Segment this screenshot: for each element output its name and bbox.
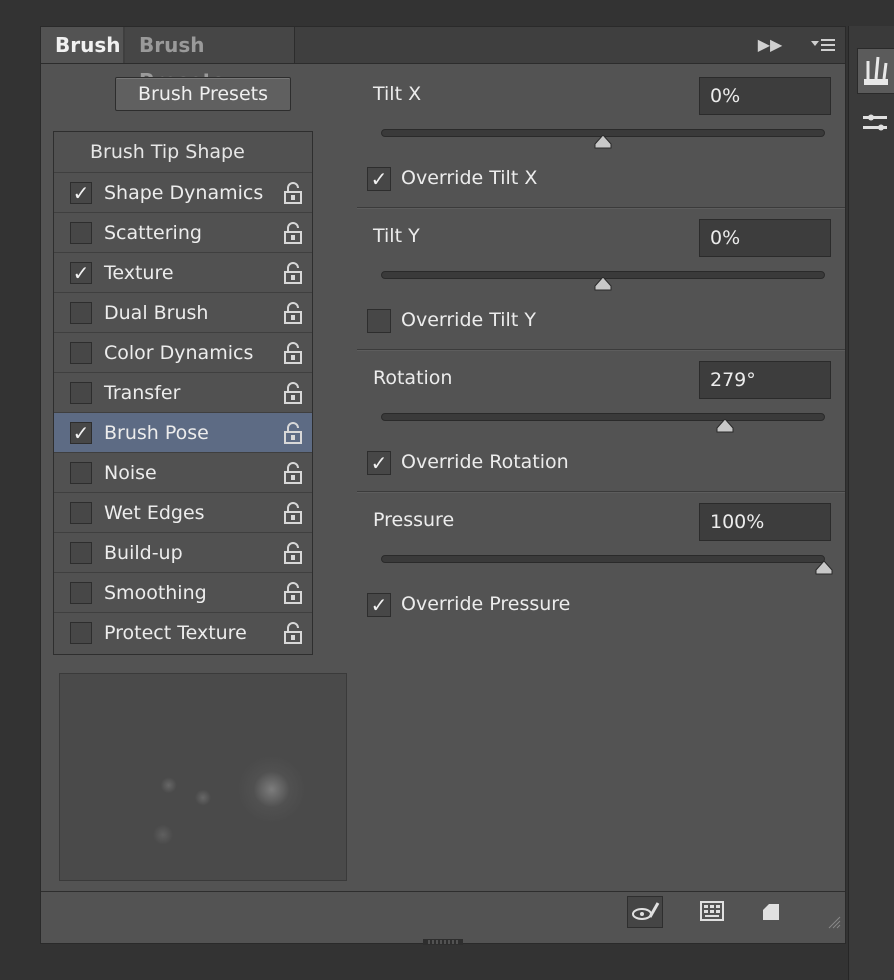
override-tilt-y-checkbox[interactable] [367,309,391,333]
override-rotation-label: Override Rotation [401,451,569,473]
lock-icon[interactable] [282,501,304,525]
option-checkbox[interactable] [70,222,92,244]
option-row[interactable]: ✓ Brush Pose [54,412,312,452]
lock-icon[interactable] [282,621,304,645]
option-checkbox[interactable] [70,502,92,524]
override-tilt-y-label: Override Tilt Y [401,309,536,331]
brush-presets-button[interactable]: Brush Presets [115,77,291,111]
option-checkbox[interactable]: ✓ [70,182,92,204]
option-label: Protect Texture [104,622,247,644]
option-checkbox[interactable]: ✓ [70,262,92,284]
pressure-label: Pressure [373,509,455,531]
panel-menu-icon[interactable] [807,35,837,55]
rotation-label: Rotation [373,367,453,389]
option-row[interactable]: Scattering [54,212,312,252]
option-checkbox[interactable] [70,382,92,404]
override-rotation-checkbox[interactable]: ✓ [367,451,391,475]
rotation-field[interactable]: 279° [699,361,831,399]
rotation-slider[interactable] [381,413,825,433]
lock-icon[interactable] [282,261,304,285]
option-row[interactable]: ✓ Shape Dynamics [54,172,312,212]
lock-icon[interactable] [282,221,304,245]
option-row[interactable]: Transfer [54,372,312,412]
slider-thumb-icon[interactable] [594,134,612,149]
brush-panel-icon[interactable] [857,48,894,94]
override-tilt-x-checkbox[interactable]: ✓ [367,167,391,191]
divider [357,349,845,351]
option-label: Texture [104,262,174,284]
tilt-y-slider[interactable] [381,271,825,291]
option-checkbox[interactable] [70,582,92,604]
option-checkbox[interactable] [70,342,92,364]
override-tilt-x-label: Override Tilt X [401,167,538,189]
option-label: Color Dynamics [104,342,254,364]
brush-panel: Brush Brush Presets ▶▶ Brush Presets Bru… [40,26,846,945]
option-checkbox[interactable] [70,542,92,564]
option-checkbox[interactable] [70,462,92,484]
option-label: Shape Dynamics [104,182,264,204]
panel-tab-bar: Brush Brush Presets ▶▶ [41,27,845,93]
option-row[interactable]: Dual Brush [54,292,312,332]
option-checkbox[interactable]: ✓ [70,422,92,444]
option-row[interactable]: Noise [54,452,312,492]
lock-icon[interactable] [282,581,304,605]
lock-icon[interactable] [282,461,304,485]
option-row[interactable]: Smoothing [54,572,312,612]
preset-manager-icon[interactable] [697,896,733,928]
brush-toggle-icon[interactable] [627,896,663,928]
option-row[interactable]: Protect Texture [54,612,312,652]
slider-thumb-icon[interactable] [716,418,734,433]
slider-thumb-icon[interactable] [594,276,612,291]
brush-settings-icon[interactable] [857,106,894,142]
lock-icon[interactable] [282,421,304,445]
tab-brush-presets[interactable]: Brush Presets [125,27,295,93]
lock-icon[interactable] [282,341,304,365]
option-label: Noise [104,462,157,484]
panel-drag-handle-icon[interactable] [423,931,463,945]
option-label: Build-up [104,542,183,564]
divider [357,207,845,209]
right-dock [848,26,894,980]
brush-options-list: Brush Tip Shape ✓ Shape Dynamics Scatterin… [53,131,313,655]
option-row[interactable]: Color Dynamics [54,332,312,372]
lock-icon[interactable] [282,301,304,325]
override-pressure-checkbox[interactable]: ✓ [367,593,391,617]
panel-actions: ▶▶ [757,33,837,57]
option-label: Smoothing [104,582,207,604]
tilt-x-label: Tilt X [373,83,422,105]
option-row[interactable]: ✓ Texture [54,252,312,292]
option-label: Brush Pose [104,422,209,444]
option-checkbox[interactable] [70,622,92,644]
lock-icon[interactable] [282,181,304,205]
tilt-x-slider[interactable] [381,129,825,149]
brush-stroke-preview [59,673,347,881]
pressure-slider[interactable] [381,555,833,575]
pressure-field[interactable]: 100% [699,503,831,541]
divider [357,491,845,493]
option-row[interactable]: Build-up [54,532,312,572]
new-brush-icon[interactable] [755,896,791,928]
resize-grip-icon[interactable] [827,914,841,929]
slider-thumb-icon[interactable] [815,560,833,575]
tab-brush[interactable]: Brush [41,27,123,63]
option-label: Dual Brush [104,302,209,324]
override-pressure-label: Override Pressure [401,593,571,615]
panel-bottom-bar [41,891,845,932]
collapse-panel-button[interactable]: ▶▶ [757,35,783,55]
lock-icon[interactable] [282,381,304,405]
option-checkbox[interactable] [70,302,92,324]
brush-tip-shape-item[interactable]: Brush Tip Shape [54,132,312,172]
tilt-x-field[interactable]: 0% [699,77,831,115]
option-label: Transfer [104,382,181,404]
option-label: Wet Edges [104,502,205,524]
option-label: Scattering [104,222,202,244]
tilt-y-label: Tilt Y [373,225,420,247]
lock-icon[interactable] [282,541,304,565]
tilt-y-field[interactable]: 0% [699,219,831,257]
option-row[interactable]: Wet Edges [54,492,312,532]
